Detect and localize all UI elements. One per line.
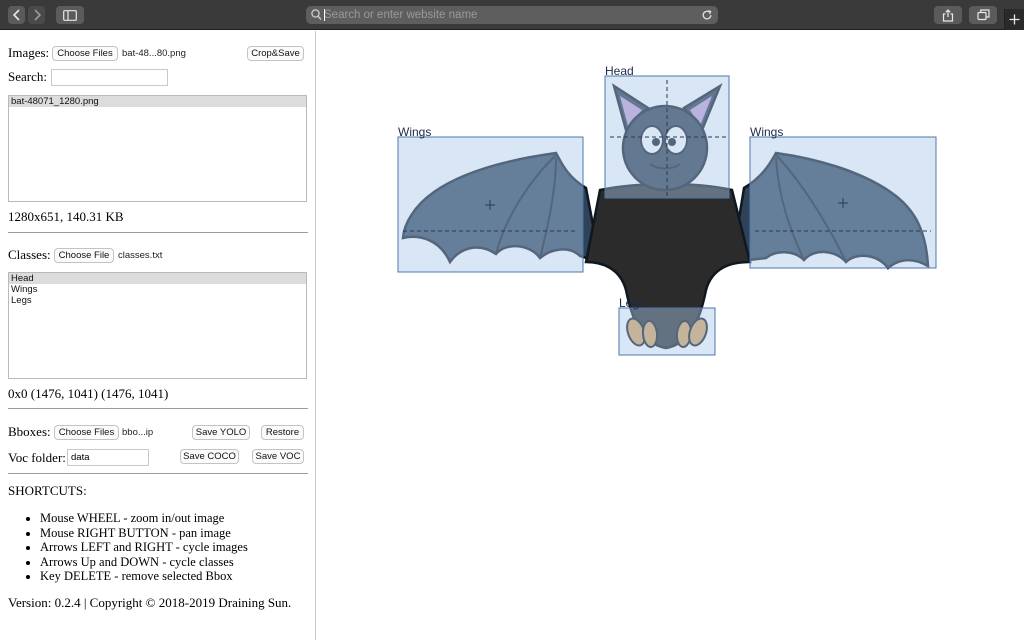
chevron-right-icon [33,9,41,21]
back-button[interactable] [8,6,25,24]
image-list-item[interactable]: bat-48071_1280.png [9,96,306,107]
class-list-item[interactable]: Legs [9,295,306,306]
share-icon [942,8,954,22]
images-label: Images: [8,45,50,60]
sidebar-toggle-button[interactable] [56,6,84,24]
class-list-item[interactable]: Wings [9,284,306,295]
images-file-name: bat-48...80.png [122,48,186,59]
search-icon [311,9,322,20]
bboxes-label: Bboxes: [8,424,51,439]
browser-toolbar [0,0,1024,30]
divider [8,232,308,233]
tabs-overview-icon [976,9,990,21]
class-list[interactable]: Head Wings Legs [8,272,307,379]
canvas-svg[interactable]: Head Wings Wings Legs [317,31,1024,640]
bboxes-choose-files-button[interactable]: Choose Files [54,425,119,440]
save-yolo-button[interactable]: Save YOLO [192,425,250,440]
divider [8,473,308,474]
bbox-wings-right[interactable]: Wings [749,125,937,269]
bbox-wings-left[interactable]: Wings [397,125,584,273]
crop-save-button[interactable]: Crop&Save [247,46,304,61]
classes-file-name: classes.txt [118,250,163,261]
footer-version: Version: 0.2.4 | Copyright © 2018-2019 D… [8,595,292,610]
image-search-input[interactable] [51,69,168,86]
share-button[interactable] [934,6,962,24]
reload-icon[interactable] [701,9,713,21]
images-choose-files-button[interactable]: Choose Files [52,46,118,61]
shortcuts-list: Mouse WHEEL - zoom in/out image Mouse RI… [40,511,248,584]
address-input[interactable] [324,7,694,23]
chevron-left-icon [12,9,20,21]
text-caret [324,9,325,21]
voc-folder-input[interactable] [67,449,149,466]
image-list[interactable]: bat-48071_1280.png [8,95,307,202]
search-label: Search: [8,69,47,84]
shortcuts-title: SHORTCUTS: [8,483,87,498]
annotation-canvas[interactable]: Head Wings Wings Legs [317,31,1024,640]
new-tab-button[interactable] [1004,9,1024,30]
save-voc-button[interactable]: Save VOC [252,449,304,464]
plus-icon [1009,14,1020,25]
save-coco-button[interactable]: Save COCO [180,449,239,464]
image-info: 1280x651, 140.31 KB [8,209,124,224]
bbox-label-legs: Legs [619,296,645,310]
sidebar-icon [63,9,77,21]
shortcut-item: Mouse WHEEL - zoom in/out image [40,511,248,526]
shortcut-item: Arrows LEFT and RIGHT - cycle images [40,540,248,555]
bbox-label-head: Head [605,64,634,78]
bbox-head[interactable]: Head [604,64,730,199]
divider [8,408,308,409]
shortcut-item: Key DELETE - remove selected Bbox [40,569,248,584]
classes-choose-file-button[interactable]: Choose File [54,248,114,263]
bbox-label-wings-left: Wings [398,125,431,139]
shortcut-item: Mouse RIGHT BUTTON - pan image [40,526,248,541]
address-bar[interactable] [306,6,718,24]
restore-button[interactable]: Restore [261,425,304,440]
shortcut-item: Arrows Up and DOWN - cycle classes [40,555,248,570]
tabs-overview-button[interactable] [969,6,997,24]
class-list-item[interactable]: Head [9,273,306,284]
cursor-info: 0x0 (1476, 1041) (1476, 1041) [8,386,169,401]
forward-button[interactable] [28,6,45,24]
bboxes-file-name: bbo...ip [122,427,154,438]
classes-label: Classes: [8,247,51,262]
voc-folder-label: Voc folder: [8,450,66,465]
bbox-label-wings-right: Wings [750,125,783,139]
left-panel: Images: Choose Files bat-48...80.png Cro… [0,31,316,640]
